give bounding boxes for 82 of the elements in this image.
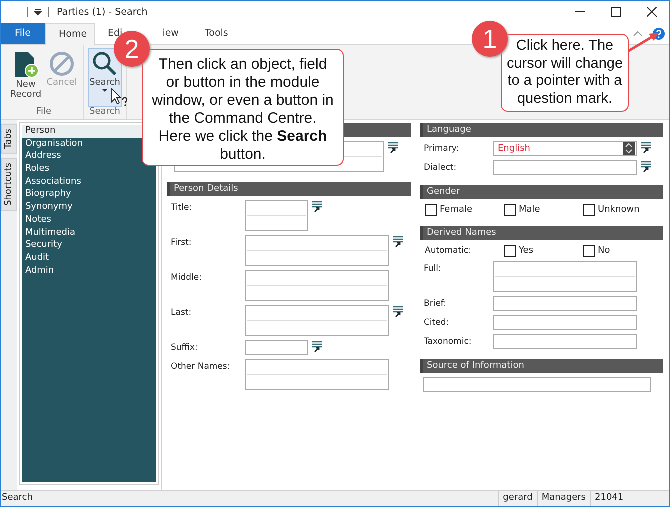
callout-tooltip: Then click an object, field or button in the module window, or even a button in the Command Centre. Here we click the Search button. [142, 49, 344, 166]
collapse-icon[interactable] [633, 30, 643, 36]
step-number-tooltip: 1 [472, 21, 508, 57]
group-label: Search [90, 107, 120, 117]
ribbon-tab[interactable]: File [1, 23, 45, 44]
checkbox[interactable]: Male [504, 204, 583, 216]
status-number: 21041 [590, 491, 669, 506]
input-field[interactable] [245, 340, 308, 355]
sidebar-item[interactable]: Multimedia [22, 226, 156, 240]
status-group: Managers [536, 491, 590, 506]
close-icon[interactable] [647, 7, 657, 17]
field-label: Full: [423, 263, 442, 274]
callout-tooltip: Click here. The cursor will change to a pointer with a question mark. [501, 34, 629, 112]
ribbon-button[interactable]: Search [88, 48, 122, 107]
sidebar-item[interactable]: Roles [22, 163, 156, 176]
field-label: Middle: [170, 272, 203, 283]
field-label: Brief: [423, 298, 448, 309]
field-label: Other Names: [170, 361, 232, 372]
input-field[interactable] [245, 200, 308, 231]
lookup-icon[interactable] [312, 201, 322, 213]
field-label: First: [170, 237, 193, 248]
input-field[interactable] [245, 235, 389, 266]
section-title: Derived Names [427, 228, 496, 238]
lookup-icon[interactable] [393, 236, 403, 248]
field-label: Automatic: [425, 246, 472, 256]
input-field[interactable] [245, 270, 389, 301]
field-label: Title: [170, 202, 194, 213]
input-field[interactable]: English [493, 141, 637, 156]
input-field[interactable] [493, 315, 637, 330]
group-label: File [36, 107, 52, 117]
maximize-icon[interactable] [611, 7, 621, 17]
ribbon-button[interactable]: New Record [9, 48, 43, 107]
section-title: Language [427, 125, 472, 135]
field-value: English [497, 144, 532, 154]
new-document-icon [13, 51, 39, 79]
section-title: Gender [427, 187, 460, 197]
spinner-icon[interactable] [623, 142, 635, 155]
field-label: Cited: [423, 317, 450, 328]
cancel-icon [49, 51, 75, 77]
ribbon-tab[interactable]: Tools [192, 23, 242, 44]
sidebar-item[interactable]: Biography [22, 188, 156, 202]
input-field[interactable] [245, 305, 389, 336]
field-label: Primary: [423, 143, 460, 154]
input-field[interactable] [423, 377, 651, 392]
lookup-icon[interactable] [312, 341, 322, 353]
callout-arrow [628, 31, 660, 53]
sidebar-item[interactable]: Synonymy [22, 201, 156, 214]
input-field[interactable] [493, 261, 637, 292]
help-cursor-icon [111, 88, 129, 108]
window-title: Parties (1) - Search [57, 6, 148, 18]
input-field[interactable] [493, 334, 637, 349]
quick-access-icon[interactable] [34, 8, 42, 16]
checkbox[interactable]: Female [425, 204, 504, 216]
lookup-icon[interactable] [388, 142, 398, 154]
checkbox[interactable]: Unknown [583, 204, 662, 216]
lookup-icon[interactable] [641, 161, 651, 173]
field-label: Taxonomic: [423, 336, 473, 347]
input-field[interactable] [493, 160, 637, 175]
side-tab[interactable]: Tabs [1, 124, 18, 154]
status-message: Search [1, 492, 34, 505]
side-tab[interactable]: Shortcuts [1, 158, 18, 211]
field-label: Dialect: [423, 162, 458, 173]
sidebar-item[interactable]: Admin [22, 264, 156, 278]
lookup-icon[interactable] [393, 306, 403, 318]
search-icon [92, 51, 118, 77]
status-user: gerard [498, 491, 537, 506]
section-title: Person Details [174, 184, 238, 194]
input-field[interactable] [493, 296, 637, 311]
checkbox[interactable]: Yes [504, 245, 583, 257]
ribbon-tab[interactable]: Edi [95, 23, 127, 44]
checkbox[interactable]: No [583, 245, 662, 257]
input-field[interactable] [245, 359, 389, 390]
field-label: Suffix: [170, 342, 199, 353]
field-label: Last: [170, 307, 193, 318]
sidebar-item[interactable]: Associations [22, 176, 156, 188]
sidebar-item[interactable]: Notes [22, 214, 156, 226]
sidebar-item[interactable]: Security [22, 239, 156, 252]
lookup-icon[interactable] [641, 142, 651, 154]
ribbon-tab[interactable]: Home [45, 23, 95, 45]
sidebar-item[interactable]: Audit [22, 252, 156, 265]
section-title: Source of Information [427, 361, 524, 371]
dropdown-arrow-icon [102, 89, 108, 93]
